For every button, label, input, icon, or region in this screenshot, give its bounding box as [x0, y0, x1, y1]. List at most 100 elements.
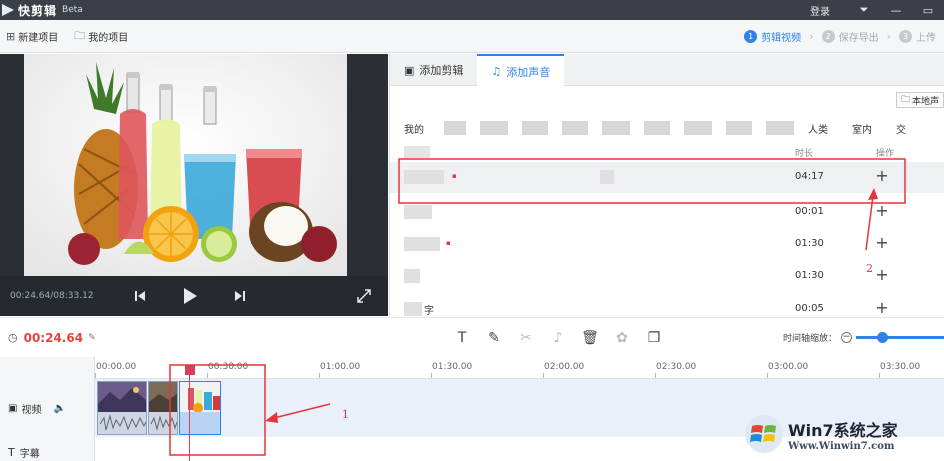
- main-toolbar: ⊞ 新建项目 🗀 我的项目 1 剪辑视频 › 2 保存导出 › 3 上传: [0, 20, 944, 53]
- trash-icon[interactable]: 🗑: [574, 330, 606, 346]
- step-edit-video[interactable]: 1 剪辑视频: [744, 29, 801, 44]
- annotation-number-1: 1: [342, 408, 349, 421]
- edit-time-icon[interactable]: ✎: [88, 333, 96, 343]
- app-title: 快剪辑: [18, 3, 58, 18]
- app-logo-icon: [2, 4, 14, 16]
- audio-list-item[interactable]: ▪ 01:30 +: [390, 229, 944, 260]
- minimize-icon[interactable]: —: [880, 0, 912, 20]
- add-audio-button[interactable]: +: [874, 166, 890, 185]
- category-indoor[interactable]: 室内: [852, 121, 872, 136]
- bell-icon[interactable]: ♪: [542, 330, 574, 346]
- current-time-value: 00:24.64: [23, 330, 84, 345]
- audio-duration: 00:01: [795, 206, 824, 217]
- category-human[interactable]: 人类: [808, 121, 828, 136]
- zoom-out-icon[interactable]: −: [841, 332, 852, 343]
- tab-add-audio[interactable]: ♫ 添加声音: [477, 54, 565, 87]
- step-upload[interactable]: 3 上传: [899, 29, 936, 44]
- ruler-tick-label: 01:30.00: [432, 362, 473, 372]
- category-blurred[interactable]: [644, 121, 670, 135]
- audio-list-item[interactable]: ▪ 04:17 +: [390, 162, 944, 193]
- preview-timecode: 00:24.64/08:33.12: [10, 291, 94, 301]
- category-blurred[interactable]: [444, 121, 466, 135]
- playhead-line[interactable]: [189, 375, 190, 461]
- step-label: 保存导出: [838, 32, 879, 44]
- chevron-right-icon: ›: [809, 29, 814, 43]
- ruler-tick: [207, 373, 208, 378]
- login-link[interactable]: 登录: [810, 3, 830, 18]
- new-project-label: 新建项目: [18, 32, 59, 44]
- audio-list-item[interactable]: 01:30 +: [390, 261, 944, 292]
- category-blurred[interactable]: [766, 121, 794, 135]
- audio-list-item[interactable]: 00:01 +: [390, 197, 944, 228]
- zoom-slider-handle[interactable]: [877, 332, 889, 343]
- clip-thumbnail: [98, 382, 146, 434]
- audio-name-blurred: [404, 205, 432, 219]
- play-button[interactable]: [178, 284, 202, 308]
- audio-name-blurred: [404, 170, 444, 184]
- text-icon: T: [8, 446, 15, 459]
- category-blurred[interactable]: [684, 121, 712, 135]
- preview-frame-image: [24, 54, 347, 276]
- ruler-tick-label: 03:30.00: [880, 362, 921, 372]
- media-panel: ▣ 添加剪辑 ♫ 添加声音 🗀 本地声 我的 人类 室内 交 时长 操作 ▪ 0…: [389, 54, 944, 317]
- pen-tool-icon[interactable]: ✎: [478, 330, 510, 346]
- tab-label: 添加声音: [506, 65, 551, 79]
- video-camera-icon: ▣: [8, 403, 18, 414]
- mark-icon: ▪: [452, 172, 457, 180]
- dropdown-menu-icon[interactable]: ⏷: [848, 0, 880, 20]
- progress-steps: 1 剪辑视频 › 2 保存导出 › 3 上传: [744, 20, 944, 53]
- playhead-handle[interactable]: [185, 365, 195, 375]
- video-camera-icon: ▣: [404, 63, 415, 77]
- category-blurred[interactable]: [602, 121, 630, 135]
- fullscreen-button[interactable]: [352, 284, 376, 308]
- maximize-icon[interactable]: ▭: [912, 0, 944, 20]
- skip-forward-icon: [235, 291, 245, 301]
- drinks-still-life-image: [24, 54, 347, 276]
- video-clip[interactable]: [97, 381, 147, 435]
- subtitle-track-label: T 字幕: [8, 445, 40, 460]
- next-frame-button[interactable]: [228, 284, 252, 308]
- annotation-number-2: 2: [866, 262, 873, 275]
- ruler-tick: [95, 373, 96, 378]
- my-projects-button[interactable]: 🗀 我的项目: [74, 27, 128, 46]
- music-note-icon: ♫: [491, 65, 502, 78]
- category-blurred[interactable]: [480, 121, 508, 135]
- category-traffic[interactable]: 交: [896, 121, 906, 136]
- previous-frame-button[interactable]: [128, 284, 152, 308]
- category-my[interactable]: 我的: [404, 121, 424, 136]
- ruler-tick: [319, 373, 320, 378]
- tab-label: 添加剪辑: [419, 64, 464, 77]
- transition-icon[interactable]: ✿: [606, 330, 638, 346]
- video-track-label: ▣ 视频 🔈: [8, 401, 66, 416]
- add-audio-button[interactable]: +: [874, 298, 890, 317]
- tab-add-clip[interactable]: ▣ 添加剪辑: [390, 54, 477, 86]
- scissors-icon[interactable]: ✂: [510, 330, 542, 346]
- video-clip-selected[interactable]: [179, 381, 221, 435]
- app-beta-badge: Beta: [62, 5, 83, 15]
- add-audio-button[interactable]: +: [874, 233, 890, 252]
- add-audio-button[interactable]: +: [874, 201, 890, 220]
- add-audio-button[interactable]: +: [874, 265, 890, 284]
- video-clip[interactable]: [148, 381, 178, 435]
- timeline-ruler[interactable]: 00:00.00 00:30.00 01:00.00 01:30.00 02:0…: [95, 357, 944, 379]
- category-blurred[interactable]: [562, 121, 588, 135]
- volume-icon[interactable]: 🔈: [53, 403, 65, 414]
- zoom-slider[interactable]: [856, 332, 944, 343]
- folder-icon: 🗀: [901, 95, 911, 105]
- watermark-title: Win7系统之家: [788, 420, 898, 440]
- step-label: 上传: [916, 32, 936, 44]
- copy-icon[interactable]: ❐: [638, 330, 670, 346]
- category-blurred[interactable]: [522, 121, 548, 135]
- ruler-tick-label: 00:00.00: [96, 362, 137, 372]
- text-tool-icon[interactable]: T: [446, 330, 478, 346]
- step-save-export[interactable]: 2 保存导出: [821, 29, 879, 44]
- category-blurred[interactable]: [726, 121, 752, 135]
- new-project-button[interactable]: ⊞ 新建项目: [6, 29, 58, 44]
- column-action: 操作: [876, 149, 895, 159]
- my-projects-label: 我的项目: [88, 32, 129, 44]
- local-audio-button[interactable]: 🗀 本地声: [896, 92, 944, 108]
- column-duration: 时长: [795, 149, 814, 159]
- step-number: 1: [744, 29, 758, 43]
- audio-duration: 01:30: [795, 238, 824, 249]
- step-number: 3: [899, 29, 912, 43]
